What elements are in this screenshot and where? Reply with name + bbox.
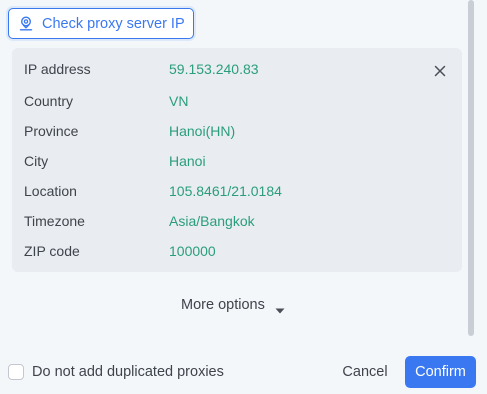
info-value: Hanoi(HN) [169, 123, 236, 139]
more-options-label: More options [181, 297, 265, 313]
info-label: IP address [24, 61, 91, 77]
no-duplicate-proxies-checkbox[interactable] [8, 364, 24, 380]
info-label: City [24, 153, 49, 169]
info-value: 59.153.240.83 [169, 61, 259, 77]
info-label: Timezone [24, 213, 85, 229]
scrollbar-thumb[interactable] [468, 0, 474, 336]
info-label: Province [24, 123, 79, 139]
info-value: 105.8461/21.0184 [169, 183, 282, 199]
more-options-toggle[interactable]: More options [181, 295, 285, 315]
no-duplicate-proxies-label[interactable]: Do not add duplicated proxies [32, 362, 224, 382]
check-proxy-ip-button[interactable]: Check proxy server IP [8, 8, 194, 39]
info-row-timezone: Timezone Asia/Bangkok [12, 211, 462, 231]
info-row-zip-code: ZIP code 100000 [12, 241, 462, 261]
info-label: ZIP code [24, 243, 80, 259]
info-value: VN [169, 93, 189, 109]
location-pin-icon [18, 16, 34, 32]
check-proxy-ip-label: Check proxy server IP [42, 15, 185, 32]
info-row-country: Country VN [12, 91, 462, 111]
info-value: 100000 [169, 243, 216, 259]
info-value: Hanoi [169, 153, 206, 169]
info-row-ip-address: IP address 59.153.240.83 [12, 59, 462, 79]
info-value: Asia/Bangkok [169, 213, 255, 229]
caret-down-icon [275, 302, 285, 314]
info-row-province: Province Hanoi(HN) [12, 121, 462, 141]
cancel-button[interactable]: Cancel [334, 356, 396, 388]
ip-info-panel: IP address 59.153.240.83 Country VN Prov… [12, 48, 462, 272]
info-row-location: Location 105.8461/21.0184 [12, 181, 462, 201]
info-label: Country [24, 93, 74, 109]
confirm-button[interactable]: Confirm [405, 356, 476, 388]
info-row-city: City Hanoi [12, 151, 462, 171]
info-label: Location [24, 183, 77, 199]
